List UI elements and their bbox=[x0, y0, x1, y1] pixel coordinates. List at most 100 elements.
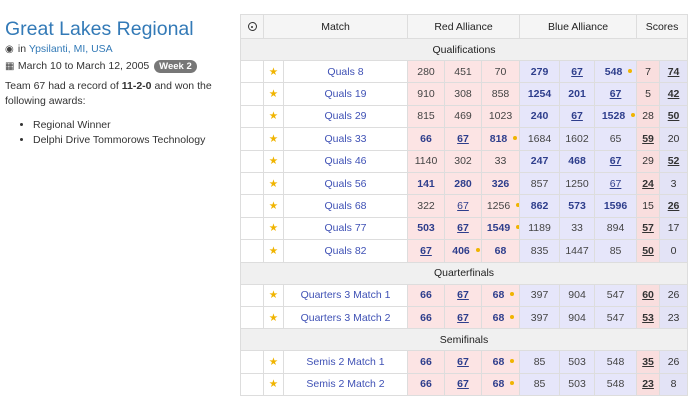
match-link[interactable]: Quals 82 bbox=[324, 245, 366, 257]
team-67-link[interactable]: 67 bbox=[457, 289, 469, 301]
blue-team-cell: 240 bbox=[519, 104, 561, 129]
team-67-link[interactable]: 67 bbox=[457, 356, 469, 368]
red-score[interactable]: 35 bbox=[642, 356, 654, 368]
team-67-link[interactable]: 67 bbox=[457, 222, 469, 234]
red-team-cell: 67 bbox=[444, 216, 482, 241]
red-score[interactable]: 50 bbox=[642, 245, 654, 257]
blue-score[interactable]: 42 bbox=[668, 88, 680, 100]
team-67-link[interactable]: 67 bbox=[457, 378, 469, 390]
match-link[interactable]: Quals 8 bbox=[327, 66, 363, 78]
team-number: 573 bbox=[568, 200, 586, 213]
red-score[interactable]: 59 bbox=[642, 133, 654, 145]
column-toggle-header[interactable] bbox=[240, 14, 264, 39]
eye-icon[interactable] bbox=[247, 22, 257, 32]
blue-team-cell: 1602 bbox=[559, 127, 596, 151]
red-team-cell: 141 bbox=[407, 171, 445, 196]
blue-score[interactable]: 74 bbox=[668, 66, 680, 78]
match-name-cell: Quals 82 bbox=[283, 239, 408, 263]
team-67-link[interactable]: 67 bbox=[610, 155, 622, 167]
red-team-cell: 406 bbox=[444, 239, 482, 263]
team-67-link[interactable]: 67 bbox=[420, 245, 432, 257]
blue-team-cell: 547 bbox=[594, 305, 638, 330]
red-score: 29 bbox=[642, 155, 654, 168]
match-link[interactable]: Semis 2 Match 2 bbox=[306, 378, 384, 390]
red-team-cell: 302 bbox=[444, 149, 482, 173]
blue-team-cell: 1528 bbox=[594, 104, 638, 129]
team-number: 1189 bbox=[528, 222, 551, 235]
blue-team-cell: 85 bbox=[519, 350, 561, 374]
team-67-link[interactable]: 67 bbox=[610, 88, 622, 100]
match-name-cell: Quals 56 bbox=[283, 171, 408, 196]
match-link[interactable]: Quals 68 bbox=[324, 200, 366, 212]
team-67-link[interactable]: 67 bbox=[571, 66, 583, 78]
blue-score[interactable]: 50 bbox=[668, 110, 680, 122]
team-number: 85 bbox=[533, 378, 546, 391]
blue-score-cell: 26 bbox=[659, 350, 689, 374]
blue-score-cell: 26 bbox=[659, 283, 689, 307]
red-score: 15 bbox=[642, 200, 654, 213]
match-link[interactable]: Quarters 3 Match 1 bbox=[301, 289, 391, 301]
row-spacer-cell bbox=[240, 171, 264, 196]
team-67-link[interactable]: 67 bbox=[457, 133, 469, 145]
team-number: 1528 bbox=[602, 110, 636, 122]
blue-score: 26 bbox=[667, 355, 680, 368]
team-67-link[interactable]: 67 bbox=[571, 110, 583, 122]
red-team-cell: 67 bbox=[444, 372, 482, 397]
team-number: 279 bbox=[530, 65, 549, 78]
row-spacer-cell bbox=[240, 59, 264, 84]
red-score[interactable]: 23 bbox=[642, 378, 654, 390]
table-row: ★ Quals 19 910 308 858 1254 201 67 5 42 bbox=[240, 82, 689, 106]
red-team-cell: 68 bbox=[480, 239, 521, 263]
team-number: 280 bbox=[417, 65, 435, 78]
blue-score[interactable]: 26 bbox=[668, 200, 680, 212]
blue-team-cell: 904 bbox=[559, 305, 596, 330]
match-link[interactable]: Quals 19 bbox=[324, 88, 366, 100]
blue-team-cell: 548 bbox=[594, 350, 638, 374]
team-number: 547 bbox=[606, 289, 625, 302]
red-score[interactable]: 57 bbox=[642, 222, 654, 234]
red-team-cell: 1256 bbox=[480, 194, 521, 218]
video-dot-icon bbox=[513, 135, 518, 140]
team-number: 1256 bbox=[487, 200, 519, 212]
event-title[interactable]: Great Lakes Regional bbox=[5, 18, 233, 40]
table-row: ★ Semis 2 Match 2 66 67 68 85 503 548 23 8 bbox=[240, 372, 689, 397]
match-name-cell: Quals 68 bbox=[283, 194, 408, 218]
team-number: 33 bbox=[494, 155, 507, 168]
match-link[interactable]: Quals 29 bbox=[324, 110, 366, 122]
team-number: 141 bbox=[417, 177, 435, 190]
red-score[interactable]: 60 bbox=[642, 289, 654, 301]
match-link[interactable]: Quals 77 bbox=[324, 222, 366, 234]
match-name-cell: Quals 77 bbox=[283, 216, 408, 241]
red-team-cell: 469 bbox=[444, 104, 482, 129]
team-67-link[interactable]: 67 bbox=[457, 200, 469, 212]
star-icon: ★ bbox=[263, 194, 284, 218]
red-team-cell: 308 bbox=[444, 82, 482, 106]
team-number: 280 bbox=[454, 177, 472, 190]
award-item: Regional Winner bbox=[33, 118, 233, 133]
red-team-cell: 818 bbox=[480, 127, 521, 151]
record-text: Team 67 had a record of 11-2-0 and won t… bbox=[5, 79, 233, 109]
match-link[interactable]: Quarters 3 Match 2 bbox=[301, 312, 391, 324]
section-name: Qualifications bbox=[239, 38, 689, 61]
row-spacer-cell bbox=[240, 350, 264, 374]
blue-team-cell: 503 bbox=[559, 372, 596, 397]
match-link[interactable]: Quals 46 bbox=[324, 155, 366, 167]
red-score-cell: 7 bbox=[636, 59, 661, 84]
team-number: 1549 bbox=[487, 222, 519, 234]
blue-team-cell: 67 bbox=[594, 171, 638, 196]
match-link[interactable]: Semis 2 Match 1 bbox=[306, 356, 384, 368]
team-number: 397 bbox=[530, 311, 549, 324]
match-link[interactable]: Quals 33 bbox=[324, 133, 366, 145]
red-team-cell: 1023 bbox=[480, 104, 521, 129]
team-number: 858 bbox=[491, 88, 510, 101]
red-team-cell: 503 bbox=[407, 216, 445, 241]
match-name-cell: Quals 8 bbox=[283, 59, 408, 84]
team-67-link[interactable]: 67 bbox=[457, 312, 469, 324]
blue-score[interactable]: 52 bbox=[668, 155, 680, 167]
team-67-link[interactable]: 67 bbox=[610, 178, 622, 190]
red-score[interactable]: 24 bbox=[642, 178, 654, 190]
row-spacer-cell bbox=[240, 149, 264, 173]
location-link[interactable]: Ypsilanti, MI, USA bbox=[29, 43, 113, 55]
match-link[interactable]: Quals 56 bbox=[324, 178, 366, 190]
red-score[interactable]: 53 bbox=[642, 312, 654, 324]
